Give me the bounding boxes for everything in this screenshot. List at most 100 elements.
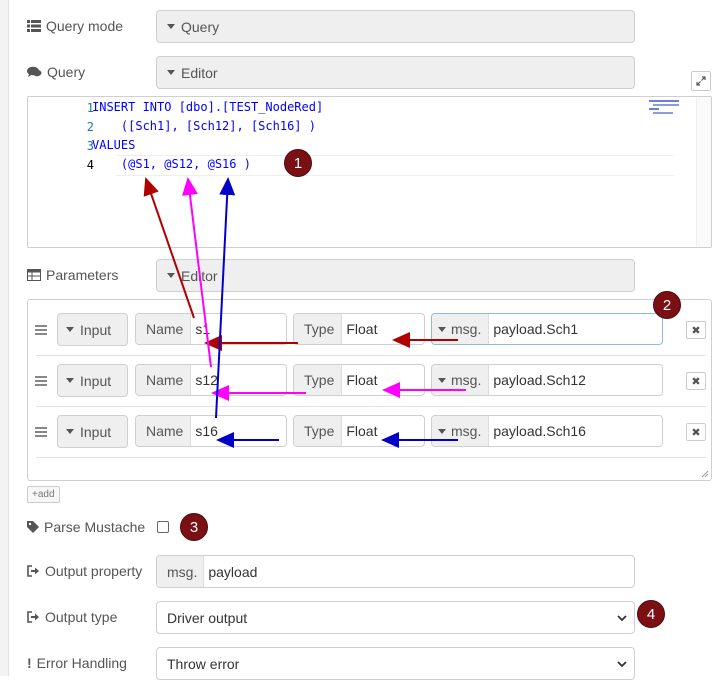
- row-divider: [36, 406, 706, 407]
- error-handling-select[interactable]: Throw error: [156, 647, 635, 680]
- caret-down-icon: [66, 378, 74, 383]
- param-value-field[interactable]: msg. payload.Sch1: [431, 313, 663, 345]
- drag-handle-icon[interactable]: [35, 374, 47, 388]
- line-number: 3: [86, 139, 94, 153]
- msg-prefix-text: msg.: [451, 372, 482, 388]
- caret-down-icon: [66, 327, 74, 332]
- output-property-prefix: msg.: [157, 556, 205, 587]
- remove-row-button[interactable]: ✖: [686, 423, 706, 441]
- param-type-value: Float: [346, 372, 378, 388]
- parse-mustache-checkbox[interactable]: [157, 521, 169, 533]
- annotation-badge-3: 3: [180, 513, 208, 541]
- msg-prefix-text: msg.: [451, 321, 482, 337]
- parameters-label: Parameters: [27, 266, 118, 284]
- caret-down-icon: [438, 377, 446, 383]
- comments-icon: [27, 66, 42, 78]
- type-prefix: Type: [294, 314, 343, 344]
- caret-down-icon: [167, 70, 175, 75]
- output-type-select[interactable]: Driver output: [156, 601, 635, 634]
- code-line: (@S1, @S12, @S16 ): [92, 157, 251, 171]
- drag-handle-icon[interactable]: [35, 425, 47, 439]
- chevron-down-icon: [616, 655, 628, 676]
- expand-editor-button[interactable]: [691, 71, 711, 91]
- param-type-field[interactable]: Type Float: [293, 364, 425, 396]
- code-line: ([Sch1], [Sch12], [Sch16] ): [92, 119, 316, 133]
- row-divider: [36, 457, 706, 458]
- query-label: Query: [27, 63, 85, 81]
- direction-select[interactable]: Input: [57, 415, 128, 448]
- chevron-down-icon: [616, 609, 628, 630]
- output-property-field[interactable]: msg. payload: [156, 555, 635, 588]
- param-name-field[interactable]: Name s16: [135, 415, 287, 447]
- msg-prefix-select[interactable]: msg.: [432, 416, 490, 446]
- param-type-value: Float: [346, 321, 378, 337]
- sql-code-editor[interactable]: 1 2 3 4 INSERT INTO [dbo].[TEST_NodeRed]…: [27, 96, 712, 248]
- line-number: 4: [86, 158, 94, 172]
- param-name-field[interactable]: Name s1: [135, 313, 287, 345]
- error-handling-label: ! Error Handling: [27, 654, 127, 672]
- code-line: INSERT INTO [dbo].[TEST_NodeRed]: [92, 100, 324, 114]
- sign-out-icon: [27, 611, 40, 623]
- param-value: payload.Sch16: [493, 423, 586, 439]
- line-number: 1: [86, 101, 94, 115]
- name-prefix: Name: [136, 365, 192, 395]
- error-handling-text: Error Handling: [36, 655, 127, 671]
- code-minimap[interactable]: [649, 99, 691, 117]
- tag-icon: [27, 521, 39, 533]
- list-icon: [27, 20, 41, 32]
- resize-grip-icon[interactable]: [699, 468, 709, 478]
- param-type-field[interactable]: Type Float: [293, 415, 425, 447]
- parameters-editor-select[interactable]: Editor: [156, 259, 635, 292]
- param-name-value: s1: [195, 321, 211, 337]
- direction-select[interactable]: Input: [57, 364, 128, 397]
- error-handling-value: Throw error: [167, 655, 240, 672]
- output-type-value: Driver output: [167, 609, 248, 626]
- drag-handle-icon[interactable]: [35, 323, 47, 337]
- param-type-value: Float: [346, 423, 378, 439]
- editor-scrollbar[interactable]: [696, 97, 711, 247]
- msg-prefix-select[interactable]: msg.: [432, 314, 490, 344]
- close-icon: ✖: [691, 426, 701, 439]
- annotation-badge-2: 2: [653, 291, 681, 319]
- annotation-badge-4: 4: [637, 600, 665, 628]
- query-editor-value: Editor: [181, 64, 218, 81]
- param-value-field[interactable]: msg. payload.Sch16: [431, 415, 663, 447]
- direction-value: Input: [80, 423, 112, 440]
- add-parameter-button[interactable]: +add: [27, 486, 60, 503]
- query-editor-select[interactable]: Editor: [156, 56, 635, 89]
- param-value-field[interactable]: msg. payload.Sch12: [431, 364, 663, 396]
- caret-down-icon: [438, 326, 446, 332]
- param-type-field[interactable]: Type Float: [293, 313, 425, 345]
- param-name-field[interactable]: Name s12: [135, 364, 287, 396]
- query-mode-select[interactable]: Query: [156, 10, 635, 43]
- direction-select[interactable]: Input: [57, 313, 128, 346]
- parse-mustache-label: Parse Mustache: [27, 518, 145, 536]
- line-number: 2: [86, 120, 94, 134]
- close-icon: ✖: [691, 375, 701, 388]
- query-text: Query: [47, 64, 86, 80]
- msg-prefix-text: msg.: [451, 423, 482, 439]
- name-prefix: Name: [136, 314, 192, 344]
- code-line: VALUES: [92, 138, 136, 152]
- parse-mustache-text: Parse Mustache: [44, 519, 146, 535]
- param-value: payload.Sch1: [493, 321, 579, 337]
- type-prefix: Type: [294, 416, 343, 446]
- msg-prefix-select[interactable]: msg.: [432, 365, 490, 395]
- add-button-label: add: [37, 489, 55, 500]
- sign-out-icon: [27, 565, 40, 577]
- remove-row-button[interactable]: ✖: [686, 372, 706, 390]
- remove-row-button[interactable]: ✖: [686, 321, 706, 339]
- caret-down-icon: [167, 273, 175, 278]
- param-value: payload.Sch12: [493, 372, 586, 388]
- table-icon: [27, 269, 41, 281]
- output-property-text: Output property: [45, 563, 143, 579]
- output-type-text: Output type: [45, 609, 118, 625]
- type-prefix: Type: [294, 365, 343, 395]
- direction-value: Input: [80, 321, 112, 338]
- query-mode-text: Query mode: [46, 18, 124, 34]
- query-mode-label: Query mode: [27, 17, 123, 35]
- annotation-badge-1: 1: [284, 149, 312, 177]
- row-divider: [36, 355, 706, 356]
- param-name-value: s12: [195, 372, 218, 388]
- output-type-label: Output type: [27, 608, 117, 626]
